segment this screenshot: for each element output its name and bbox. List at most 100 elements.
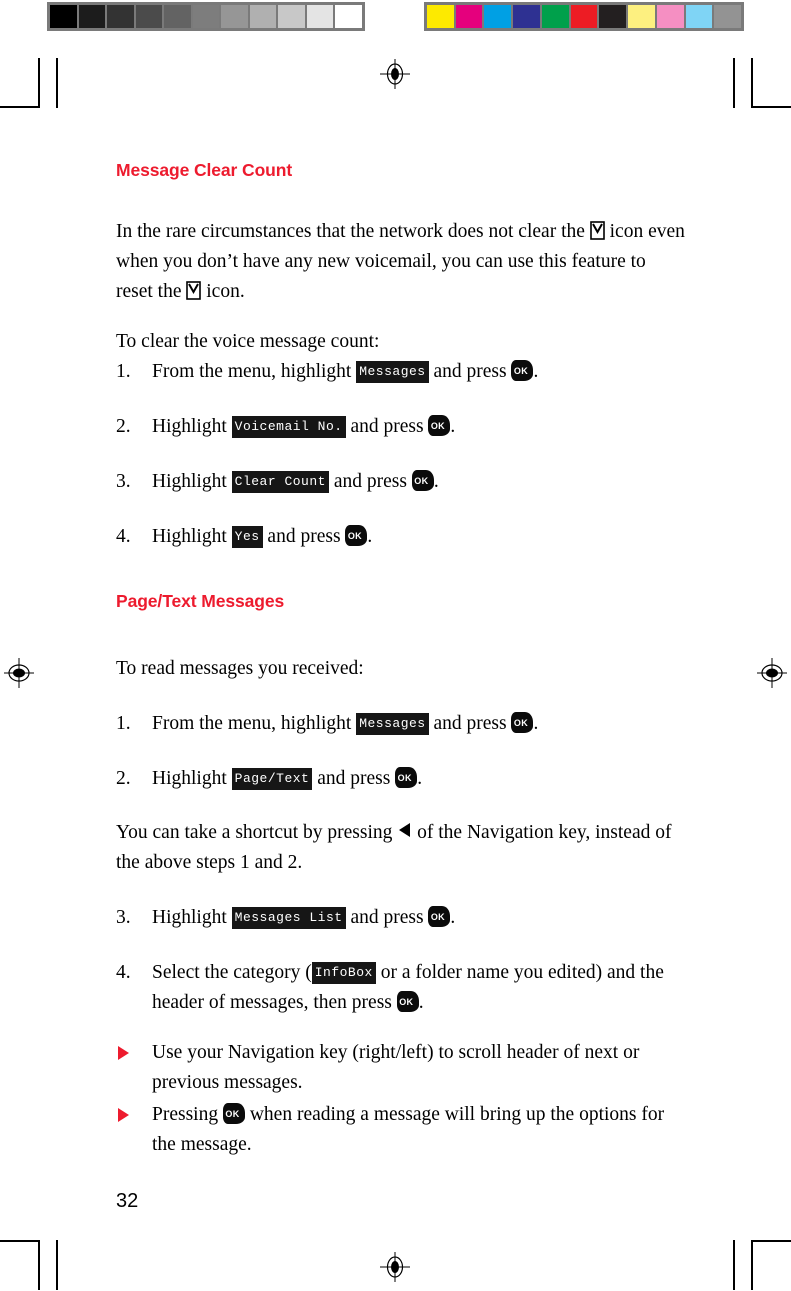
ok-key-icon[interactable]: OK [511, 360, 534, 381]
color-calibration-bar [424, 2, 744, 31]
ok-key-icon[interactable]: OK [395, 767, 418, 788]
registration-mark-top [380, 59, 410, 89]
ok-key-label: OK [513, 365, 529, 376]
ok-key-icon[interactable]: OK [511, 712, 534, 733]
step-number: 4. [116, 526, 131, 547]
intro-text-part-3: icon. [206, 281, 245, 302]
registration-mark-left [4, 658, 34, 688]
registration-mark-right [757, 658, 787, 688]
crop-mark-top-right-horizontal [751, 106, 791, 108]
lcd-menu-label[interactable]: InfoBox [311, 962, 376, 984]
steps-list-read-messages-second: 3. Highlight Messages List and press OK.… [116, 903, 686, 1018]
step-text-after: . [433, 471, 439, 492]
bullet-text: Use your Navigation key (right/left) to … [152, 1042, 640, 1093]
list-item: Pressing OK when reading a message will … [116, 1100, 686, 1160]
lead-in-read-messages: To read messages you received: [116, 658, 364, 679]
step-text-middle: and press [350, 416, 424, 437]
envelope-icon [186, 281, 202, 300]
step-text-before: Highlight [152, 907, 227, 928]
step-item: 2. Highlight Voicemail No. and press OK. [116, 412, 686, 442]
ok-key-label: OK [430, 911, 445, 922]
lcd-menu-label[interactable]: Messages [356, 361, 429, 383]
list-item: Use your Navigation key (right/left) to … [116, 1038, 686, 1098]
color-swatch [484, 5, 512, 28]
color-swatch [570, 5, 598, 28]
grayscale-swatch [335, 5, 363, 28]
section-heading-message-clear-count: Message Clear Count [116, 160, 293, 180]
bullet-text-before: Pressing [152, 1104, 219, 1125]
page-number: 32 [116, 1190, 139, 1212]
step-item: 1. From the menu, highlight Messages and… [116, 709, 686, 739]
lcd-menu-label[interactable]: Clear Count [231, 471, 329, 493]
step-text-before: Highlight [152, 768, 227, 789]
step-number: 2. [116, 768, 131, 789]
grayscale-swatch [50, 5, 77, 28]
crop-mark-top-right-inner [733, 58, 735, 108]
intro-text-part-1: In the rare circumstances that the netwo… [116, 221, 585, 242]
shortcut-note: You can take a shortcut by pressing of t… [116, 818, 686, 878]
step-text-after: . [418, 992, 424, 1013]
section-heading-page-text-messages: Page/Text Messages [116, 591, 285, 611]
color-swatch [455, 5, 483, 28]
ok-key-label: OK [414, 475, 429, 486]
ok-key-icon[interactable]: OK [428, 415, 451, 436]
page-content: Message Clear Count In the rare circumst… [116, 160, 686, 1160]
grayscale-swatch [107, 5, 134, 28]
color-swatch [427, 5, 454, 28]
grayscale-swatch [249, 5, 277, 28]
ok-key-label: OK [430, 420, 445, 431]
step-number: 3. [116, 907, 131, 928]
step-text-after: . [533, 361, 539, 382]
step-number: 2. [116, 416, 131, 437]
notes-bullet-list: Use your Navigation key (right/left) to … [116, 1038, 686, 1160]
color-swatch [656, 5, 684, 28]
ok-key-icon[interactable]: OK [345, 525, 368, 546]
step-text-before: Highlight [152, 471, 227, 492]
step-text-middle: and press [333, 471, 407, 492]
crop-mark-bottom-right-vertical [751, 1240, 753, 1290]
step-text-after: . [450, 416, 456, 437]
ok-key-label: OK [397, 772, 412, 783]
step-text-middle: and press [350, 907, 424, 928]
ok-key-icon[interactable]: OK [428, 906, 451, 927]
grayscale-calibration-bar [47, 2, 365, 31]
steps-list-read-messages-first: 1. From the menu, highlight Messages and… [116, 709, 686, 794]
grayscale-swatch [78, 5, 106, 28]
ok-key-icon[interactable]: OK [396, 991, 419, 1012]
nav-left-arrow-icon [399, 823, 411, 837]
shortcut-text-part-1: You can take a shortcut by pressing [116, 822, 393, 843]
color-swatch [599, 5, 627, 28]
registration-mark-bottom [380, 1252, 410, 1282]
step-text-before: Highlight [152, 416, 227, 437]
ok-key-icon[interactable]: OK [222, 1103, 245, 1124]
ok-key-icon[interactable]: OK [411, 470, 434, 491]
color-swatch [513, 5, 540, 28]
steps-list-clear-count: 1. From the menu, highlight Messages and… [116, 357, 686, 552]
step-text-before: Highlight [152, 526, 227, 547]
crop-mark-bottom-right-horizontal [751, 1240, 791, 1242]
grayscale-swatch [278, 5, 305, 28]
step-text-after: . [450, 907, 456, 928]
step-item: 3. Highlight Messages List and press OK. [116, 903, 686, 933]
grayscale-swatch [306, 5, 334, 28]
crop-mark-top-left-horizontal [0, 106, 40, 108]
lcd-menu-label[interactable]: Voicemail No. [231, 416, 346, 438]
grayscale-swatch [164, 5, 191, 28]
lcd-menu-label[interactable]: Messages List [231, 907, 346, 929]
step-text-before: From the menu, highlight [152, 713, 352, 734]
lcd-menu-label[interactable]: Yes [231, 526, 263, 548]
triangle-bullet-icon [118, 1108, 129, 1122]
ok-key-label: OK [399, 996, 414, 1007]
step-number: 4. [116, 962, 131, 983]
step-number: 1. [116, 713, 131, 734]
lcd-menu-label[interactable]: Messages [356, 713, 429, 735]
step-text-after: . [417, 768, 423, 789]
crop-mark-bottom-left-vertical [38, 1240, 40, 1290]
lcd-menu-label[interactable]: Page/Text [231, 768, 313, 790]
step-item: 2. Highlight Page/Text and press OK. [116, 764, 686, 794]
step-item: 1. From the menu, highlight Messages and… [116, 357, 686, 387]
envelope-icon [589, 221, 605, 240]
step-item: 4. Select the category (InfoBox or a fol… [116, 958, 686, 1018]
step-text-middle: and press [317, 768, 391, 789]
crop-mark-bottom-right-inner [733, 1240, 735, 1290]
